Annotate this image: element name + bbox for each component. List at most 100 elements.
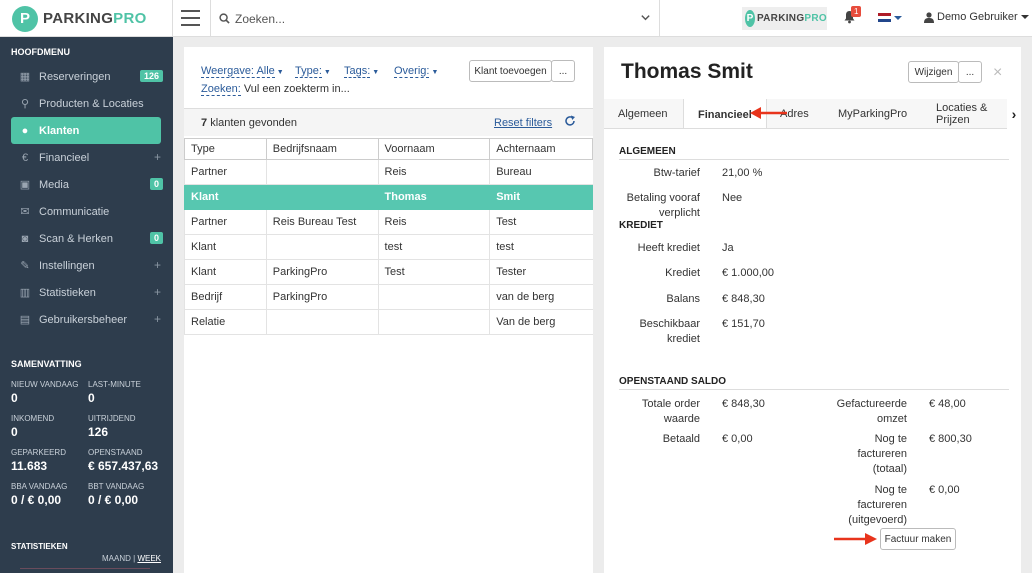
plus-icon[interactable]: + [154, 258, 161, 272]
user-menu[interactable]: Demo Gebruiker [924, 11, 1029, 23]
search-icon [219, 13, 230, 24]
sidebar-item-label: Gebruikersbeheer [39, 313, 128, 326]
stats-heading: STATISTIEKEN [11, 542, 68, 551]
summary-heading: SAMENVATTING [11, 359, 82, 369]
table-row[interactable]: Klant ParkingPro Test Tester [184, 259, 593, 285]
table-row[interactable]: Relatie Van de berg [184, 309, 593, 335]
table-cell: Partner [184, 159, 267, 185]
refresh-icon[interactable] [564, 115, 576, 127]
table-cell: Van de berg [489, 309, 593, 335]
table-row[interactable]: Klant test test [184, 234, 593, 260]
logo-text: PARKINGPRO [43, 10, 147, 27]
gefactureerde-omzet-label: Gefactureerde omzet [836, 398, 907, 425]
nog-te-factureren-uitgevoerd-value: € 0,00 [929, 484, 960, 496]
summary-stat-value: 0 / € 0,00 [88, 493, 139, 507]
gefactureerde-omzet-value: € 48,00 [929, 398, 966, 410]
user-icon [924, 11, 934, 23]
table-row[interactable]: Bedrijf ParkingPro van de berg [184, 284, 593, 310]
stats-week-link[interactable]: WEEK [137, 554, 161, 563]
camera-icon: ◙ [21, 232, 29, 245]
filter-weergave[interactable]: Weergave: Alle ▼ [201, 65, 284, 78]
column-header[interactable]: Bedrijfsnaam [265, 138, 379, 160]
top-bar: P PARKINGPRO P PARKINGPRO 1 Demo Gebruik… [0, 0, 1032, 37]
sidebar-item-media[interactable]: ▣ Media 0 [11, 171, 163, 198]
sidebar-item-financieel[interactable]: € Financieel + [11, 144, 161, 171]
customer-list-panel: Weergave: Alle ▼ Type: ▼ Tags: ▼ Overig: ▼ Z… [184, 47, 593, 573]
sidebar-item-label: Reserveringen [39, 70, 111, 83]
sidebar-item-instellingen[interactable]: ✎ Instellingen + [11, 252, 161, 279]
chevron-down-icon[interactable] [640, 12, 651, 23]
table-cell: Test [377, 259, 490, 285]
sidebar-item-scan-herken[interactable]: ◙ Scan & Herken 0 [11, 225, 163, 252]
bar-chart-icon: ▥ [19, 287, 31, 299]
close-icon[interactable]: × [993, 64, 1002, 82]
sidebar-item-communicatie[interactable]: ✉ Communicatie [11, 198, 161, 225]
nog-te-factureren-totaal-label: Nog te factureren (totaal) [857, 433, 907, 475]
reset-filters-link[interactable]: Reset filters [494, 117, 552, 129]
brand-logo: P PARKINGPRO [742, 7, 827, 30]
notifications-button[interactable]: 1 [843, 6, 862, 27]
summary-stat: OPENSTAAND € 657.437,63 [88, 445, 168, 479]
sidebar-item-reserveringen[interactable]: ▦ Reserveringen 126 [11, 63, 163, 90]
detail-more-button[interactable]: ... [958, 61, 982, 83]
table-cell: ParkingPro [265, 259, 379, 285]
search-input[interactable] [235, 11, 635, 26]
summary-stat-label: BBT VANDAAG [88, 482, 145, 491]
summary-stat-value: 0 / € 0,00 [11, 493, 62, 507]
factuur-maken-button[interactable]: Factuur maken [880, 528, 956, 550]
stats-maand-link[interactable]: MAAND [102, 554, 131, 563]
table-cell: Test [489, 209, 593, 235]
edit-button[interactable]: Wijzigen [908, 61, 959, 83]
search-bar[interactable] [210, 0, 660, 37]
balans-value: € 848,30 [722, 293, 765, 305]
table-row[interactable]: Partner Reis Bureau [184, 159, 593, 185]
annotation-arrow-left [750, 107, 787, 119]
sidebar-item-statistieken[interactable]: ▥ Statistieken + [11, 279, 161, 306]
filter-overig[interactable]: Overig: ▼ [394, 65, 438, 78]
sidebar-item-gebruikersbeheer[interactable]: ▤ Gebruikersbeheer + [11, 306, 161, 333]
filter-tags[interactable]: Tags: ▼ [344, 65, 379, 78]
table-cell: Partner [184, 209, 267, 235]
hamburger-menu-icon[interactable] [181, 10, 200, 26]
add-customer-button[interactable]: Klant toevoegen [469, 60, 552, 82]
table-cell: Reis [377, 209, 490, 235]
plus-icon[interactable]: + [154, 150, 161, 164]
plus-icon[interactable]: + [154, 312, 161, 326]
filter-type[interactable]: Type: ▼ [295, 65, 331, 78]
sidebar-item-klanten[interactable]: ● Klanten [11, 117, 161, 144]
dutch-flag-icon [878, 13, 891, 22]
brand-logo-mark: P [745, 10, 755, 27]
summary-stat-value: 0 [11, 425, 18, 439]
sidebar-item-label: Klanten [39, 124, 80, 137]
totale-order-label: Totale order waarde [641, 398, 700, 425]
column-header[interactable]: Type [184, 138, 267, 160]
column-header[interactable]: Achternaam [489, 138, 593, 160]
filter-search[interactable]: Zoeken: Vul een zoekterm in... [201, 83, 350, 96]
tab-myparkingpro[interactable]: MyParkingPro [824, 99, 921, 128]
column-header[interactable]: Voornaam [377, 138, 491, 160]
table-row[interactable]: Partner Reis Bureau Test Reis Test [184, 209, 593, 235]
table-cell: Klant [184, 234, 267, 260]
summary-stat-label: GEPARKEERD [11, 448, 66, 457]
sidebar-item-producten-locaties[interactable]: ⚲ Producten & Locaties [11, 90, 161, 117]
more-actions-button[interactable]: ... [551, 60, 575, 82]
tabs-next-arrow-icon[interactable]: › [1007, 99, 1021, 129]
logo-mark: P [12, 5, 38, 32]
table-cell [377, 284, 490, 310]
plus-icon[interactable]: + [154, 285, 161, 299]
section-openstaand-saldo: OPENSTAAND SALDO [619, 376, 1009, 390]
envelope-icon: ✉ [20, 206, 30, 218]
image-icon: ▣ [19, 179, 31, 191]
summary-stat-label: OPENSTAAND [88, 448, 143, 457]
summary-stat-label: LAST-MINUTE [88, 380, 141, 389]
logo[interactable]: P PARKINGPRO [0, 0, 173, 37]
wrench-icon: ✎ [20, 260, 30, 272]
betaling-value: Nee [722, 192, 743, 204]
totale-order-value: € 848,30 [722, 398, 765, 410]
user-icon: ● [21, 124, 29, 137]
language-selector[interactable] [878, 13, 902, 22]
tab-algemeen[interactable]: Algemeen [604, 99, 682, 128]
table-row[interactable]: Klant Thomas Smit [184, 184, 593, 210]
customers-table: Type Bedrijfsnaam Voornaam Achternaam Partn… [184, 138, 593, 335]
betaling-label: Betaling vooraf verplicht [626, 192, 700, 219]
